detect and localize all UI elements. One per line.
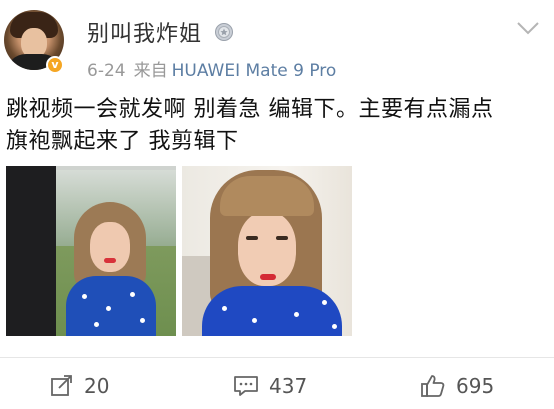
photo-eye — [276, 236, 288, 240]
source-label: 来自 — [133, 61, 168, 81]
dress-pattern-dot — [294, 312, 299, 317]
comment-icon — [234, 376, 258, 396]
divider — [0, 357, 554, 358]
dress-pattern-dot — [252, 318, 257, 323]
photo-bangs — [220, 176, 314, 216]
photo-eye — [246, 236, 258, 240]
photo-dress — [66, 276, 156, 336]
post-text-line: 跳视频一会就发啊 别着急 编辑下。主要有点漏点 — [6, 97, 494, 122]
comment-button[interactable]: 437 — [233, 370, 307, 402]
dress-pattern-dot — [322, 300, 327, 305]
photo-dark-edge — [6, 166, 56, 336]
thumbs-up-icon — [421, 375, 445, 397]
post-image-1[interactable] — [6, 166, 176, 336]
device-name[interactable]: HUAWEI Mate 9 Pro — [172, 61, 337, 81]
repost-icon — [51, 375, 72, 396]
repost-count: 20 — [84, 374, 110, 398]
photo-face — [90, 222, 130, 272]
post-text-line: 旗袍飘起来了 我剪辑下 — [6, 129, 239, 154]
dress-pattern-dot — [106, 306, 111, 311]
photo-lips — [104, 258, 116, 263]
weibo-post: v 别叫我炸姐 6-24 来自 HUAWEI Mate 9 Pro 跳视频一会就发啊… — [0, 0, 554, 409]
dress-pattern-dot — [332, 324, 337, 329]
photo-dress — [202, 286, 342, 336]
medal-icon[interactable] — [214, 22, 234, 42]
like-count: 695 — [456, 374, 495, 398]
author-name[interactable]: 别叫我炸姐 — [87, 16, 202, 48]
repost-button[interactable]: 20 — [50, 370, 109, 402]
comment-count: 437 — [269, 374, 308, 398]
post-meta: 6-24 来自 HUAWEI Mate 9 Pro — [87, 56, 336, 81]
photo-lips — [260, 274, 276, 280]
dress-pattern-dot — [82, 294, 87, 299]
post-image-2[interactable] — [182, 166, 352, 336]
post-text: 跳视频一会就发啊 别着急 编辑下。主要有点漏点 旗袍飘起来了 我剪辑下 — [6, 94, 546, 158]
dress-pattern-dot — [140, 318, 145, 323]
dress-pattern-dot — [94, 322, 99, 327]
like-button[interactable]: 695 — [420, 370, 494, 402]
post-date: 6-24 — [87, 61, 126, 81]
dress-pattern-dot — [130, 292, 135, 297]
dress-pattern-dot — [222, 306, 227, 311]
chevron-down-icon[interactable] — [516, 20, 540, 36]
verified-badge-icon: v — [46, 56, 64, 74]
